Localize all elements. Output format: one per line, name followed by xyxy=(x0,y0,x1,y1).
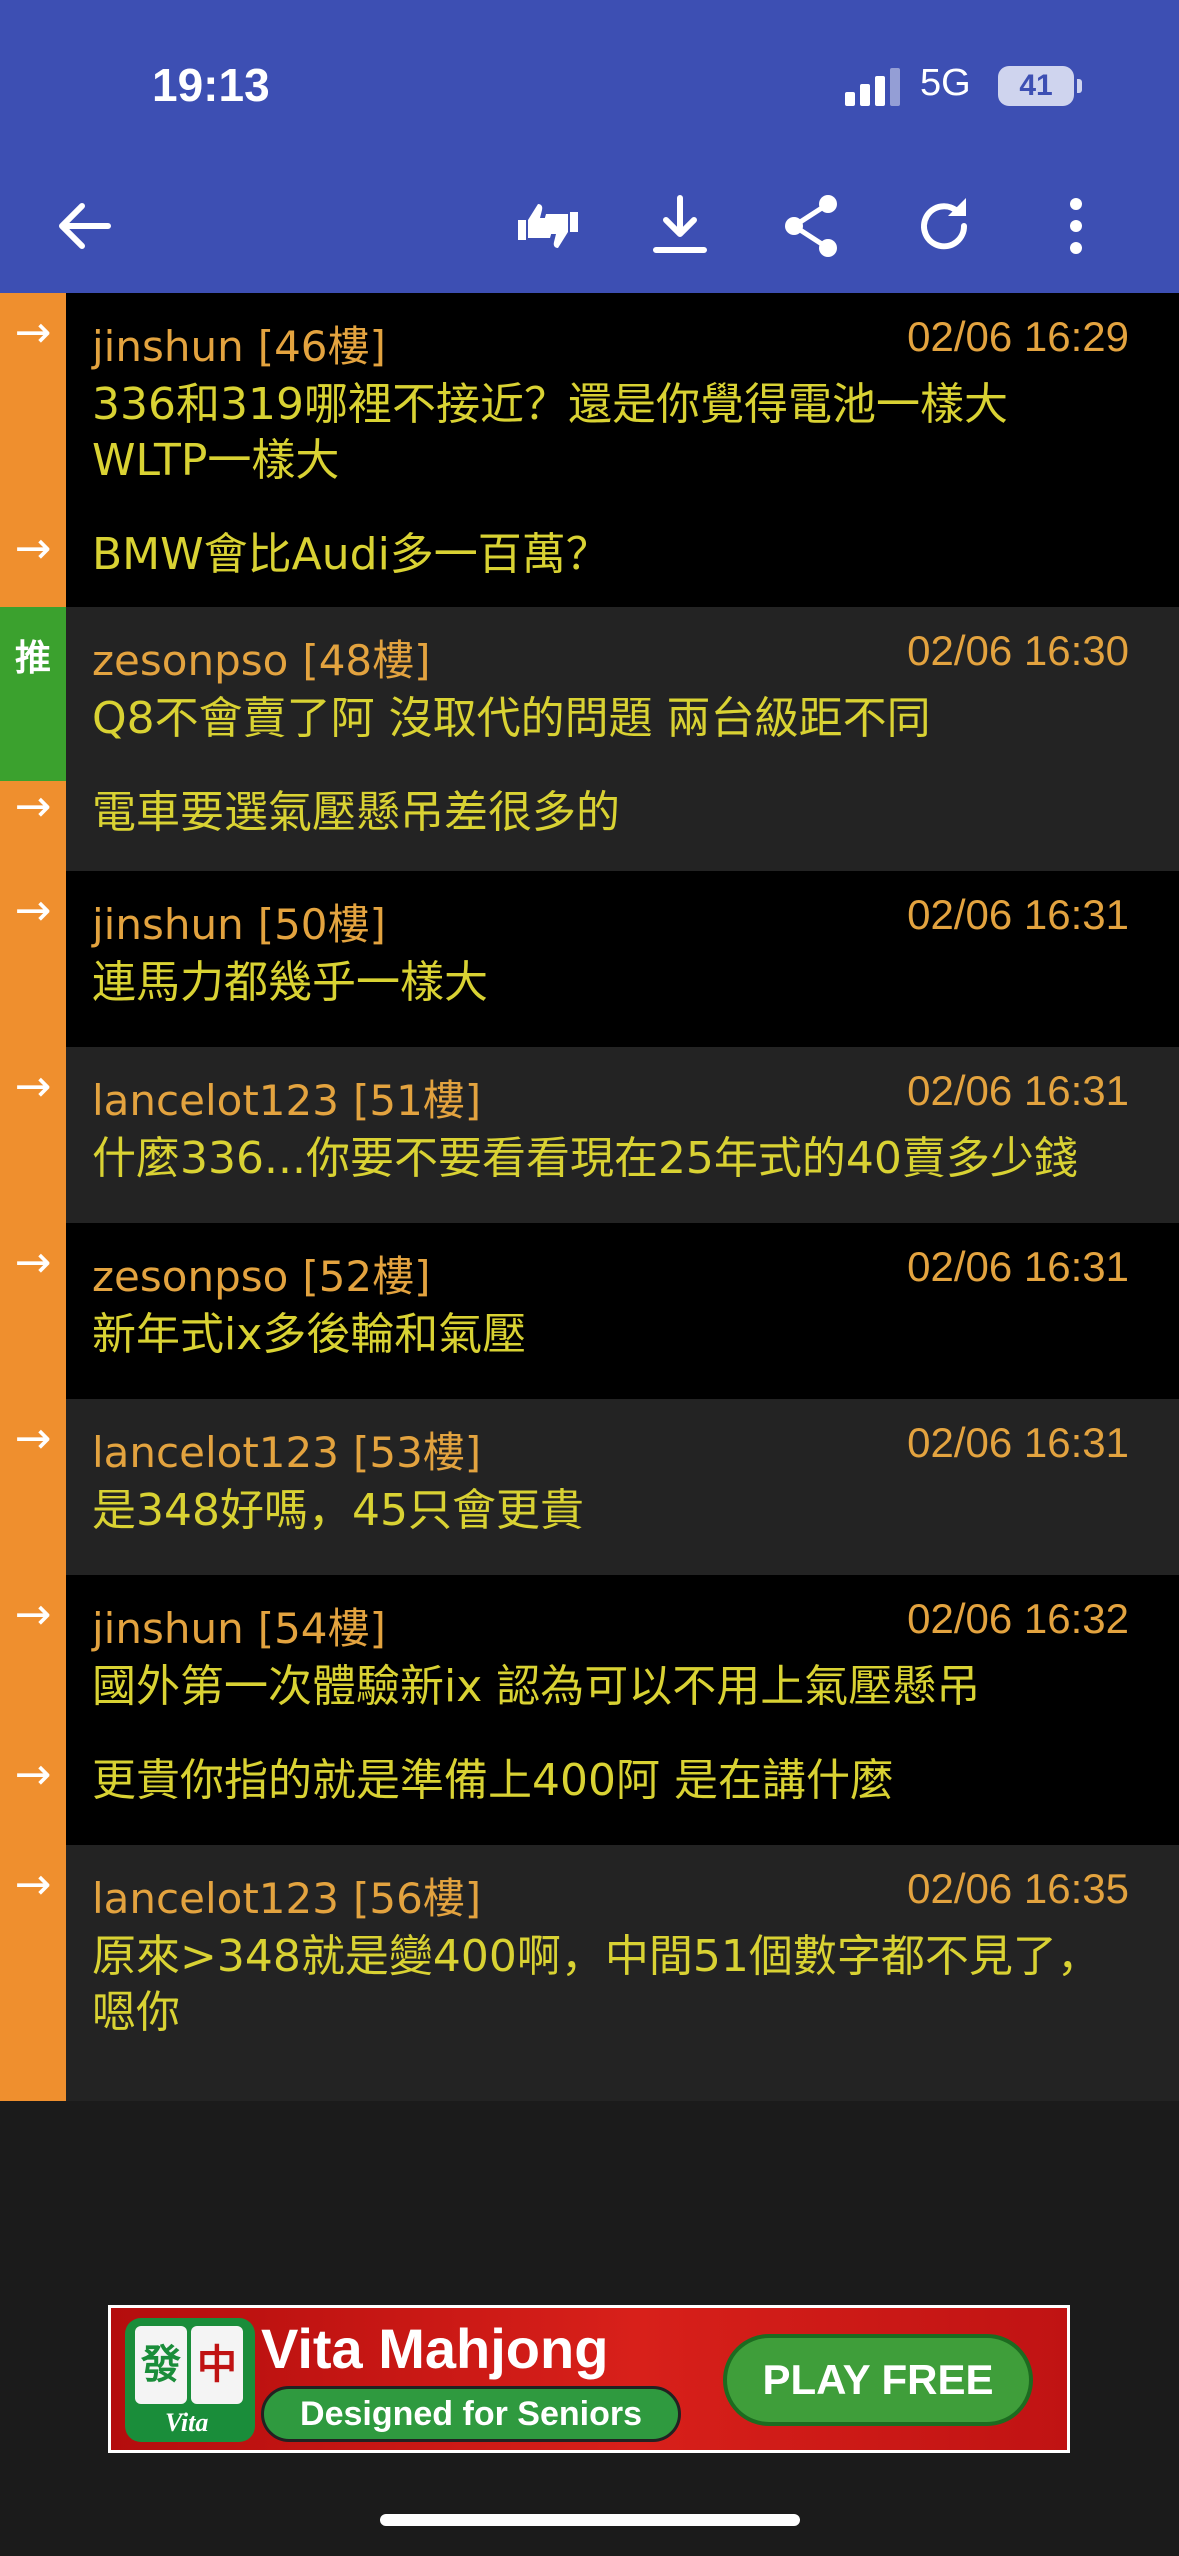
floor-number: [52樓] xyxy=(302,1252,431,1301)
status-time: 19:13 xyxy=(152,59,270,111)
user-id[interactable]: jinshun xyxy=(92,900,244,949)
more-vertical-icon[interactable] xyxy=(1040,190,1112,262)
comment-text: 原來>348就是變400啊，中間51個數字都不見了，嗯你 xyxy=(92,1931,1101,2038)
reply-arrow-icon: → xyxy=(14,1061,52,1112)
ad-banner[interactable]: 發 中 Vita Vita Mahjong Designed for Senio… xyxy=(108,2305,1070,2453)
reply-arrow-icon: → xyxy=(14,1859,52,1910)
back-arrow-icon[interactable] xyxy=(48,190,120,262)
comment-text: 是348好嗎，45只會更貴 xyxy=(92,1485,584,1536)
reply-arrow-icon: → xyxy=(14,781,52,832)
ad-brand: Vita xyxy=(165,2408,209,2437)
comment-user[interactable]: jinshun [46樓] xyxy=(92,313,386,374)
comment-text: 新年式ix多後輪和氣壓 xyxy=(92,1309,527,1360)
reply-arrow-icon: → xyxy=(14,1413,52,1464)
comment-text: 國外第一次體驗新ix 認為可以不用上氣壓懸吊 xyxy=(92,1661,981,1712)
signal-icon xyxy=(845,66,905,106)
floor-number: [53樓] xyxy=(352,1428,482,1477)
user-id[interactable]: jinshun xyxy=(92,1604,244,1653)
download-icon[interactable] xyxy=(644,190,716,262)
comment-text: 更貴你指的就是準備上400阿 是在講什麼 xyxy=(92,1755,894,1806)
floor-number: [54樓] xyxy=(257,1604,386,1653)
thumbs-icon[interactable] xyxy=(512,190,584,262)
home-indicator[interactable] xyxy=(380,2514,800,2526)
comment-text: Q8不會賣了阿 沒取代的問題 兩台級距不同 xyxy=(92,693,931,744)
share-icon[interactable] xyxy=(776,190,848,262)
comment-user[interactable]: jinshun [54樓] xyxy=(92,1595,386,1656)
ad-title: Vita Mahjong xyxy=(261,2317,609,2380)
comment-text: 電車要選氣壓懸吊差很多的 xyxy=(92,787,620,838)
comment-item: 推 zesonpso [48樓] 02/06 16:30 Q8不會賣了阿 沒取代的… xyxy=(0,607,1179,871)
user-id[interactable]: zesonpso xyxy=(92,1252,288,1301)
comment-item: → jinshun [54樓] 02/06 16:32 國外第一次體驗新ix 認為… xyxy=(0,1575,1179,1845)
comment-time: 02/06 16:31 xyxy=(907,1419,1129,1466)
comment-text: 什麼336...你要不要看看現在25年式的40賣多少錢 xyxy=(92,1133,1078,1184)
reply-arrow-icon: → xyxy=(14,1589,52,1640)
comment-user[interactable]: lancelot123 [51樓] xyxy=(92,1067,481,1128)
user-id[interactable]: lancelot123 xyxy=(92,1874,339,1923)
floor-number: [56樓] xyxy=(352,1874,482,1923)
comment-time: 02/06 16:31 xyxy=(907,1243,1129,1290)
comment-time: 02/06 16:32 xyxy=(907,1595,1129,1642)
comment-text: BMW會比Audi多一百萬？ xyxy=(92,529,610,580)
reply-arrow-icon: → xyxy=(14,1237,52,1288)
app-header: 19:13 5G 41 xyxy=(0,0,1179,293)
tile-1: 發 xyxy=(135,2326,187,2404)
reply-arrow-icon: → xyxy=(14,523,52,574)
play-free-button[interactable]: PLAY FREE xyxy=(723,2334,1033,2426)
comment-item: → lancelot123 [56樓] 02/06 16:35 原來>348就是變… xyxy=(0,1845,1179,2101)
user-id[interactable]: lancelot123 xyxy=(92,1076,339,1125)
floor-number: [48樓] xyxy=(302,636,431,685)
comment-item: → lancelot123 [53樓] 02/06 16:31 是348好嗎，45… xyxy=(0,1399,1179,1575)
comment-time: 02/06 16:31 xyxy=(907,1067,1129,1114)
comment-user[interactable]: lancelot123 [53樓] xyxy=(92,1419,481,1480)
comment-time: 02/06 16:31 xyxy=(907,891,1129,938)
comment-item: → lancelot123 [51樓] 02/06 16:31 什麼336...你… xyxy=(0,1047,1179,1223)
refresh-icon[interactable] xyxy=(908,190,980,262)
floor-number: [51樓] xyxy=(352,1076,482,1125)
comment-text: 336和319哪裡不接近？還是你覺得電池一樣大WLTP一樣大 xyxy=(92,379,1008,486)
comment-time: 02/06 16:30 xyxy=(907,627,1129,674)
comment-item: → jinshun [50樓] 02/06 16:31 連馬力都幾乎一樣大 xyxy=(0,871,1179,1047)
comment-time: 02/06 16:35 xyxy=(907,1865,1129,1912)
reply-arrow-icon: → xyxy=(14,307,52,358)
ad-subtitle: Designed for Seniors xyxy=(261,2386,681,2442)
comment-text: 連馬力都幾乎一樣大 xyxy=(92,957,488,1008)
tile-2: 中 xyxy=(191,2326,243,2404)
user-id[interactable]: lancelot123 xyxy=(92,1428,339,1477)
comment-user[interactable]: zesonpso [52樓] xyxy=(92,1243,431,1304)
comment-user[interactable]: zesonpso [48樓] xyxy=(92,627,431,688)
comment-time: 02/06 16:29 xyxy=(907,313,1129,360)
user-id[interactable]: jinshun xyxy=(92,322,244,371)
user-id[interactable]: zesonpso xyxy=(92,636,288,685)
floor-number: [50樓] xyxy=(257,900,386,949)
mahjong-tile-icon: 發 中 Vita xyxy=(125,2318,255,2442)
comment-user[interactable]: jinshun [50樓] xyxy=(92,891,386,952)
battery-icon: 41 xyxy=(998,66,1082,106)
reply-arrow-icon: → xyxy=(14,885,52,936)
reply-arrow-icon: → xyxy=(14,1749,52,1800)
floor-number: [46樓] xyxy=(257,322,386,371)
comment-list: → jinshun [46樓] 02/06 16:29 336和319哪裡不接近？… xyxy=(0,293,1179,2303)
comment-user[interactable]: lancelot123 [56樓] xyxy=(92,1865,481,1926)
comment-item: → jinshun [46樓] 02/06 16:29 336和319哪裡不接近？… xyxy=(0,293,1179,607)
network-type: 5G xyxy=(920,62,971,104)
comment-item: → zesonpso [52樓] 02/06 16:31 新年式ix多後輪和氣壓 xyxy=(0,1223,1179,1399)
